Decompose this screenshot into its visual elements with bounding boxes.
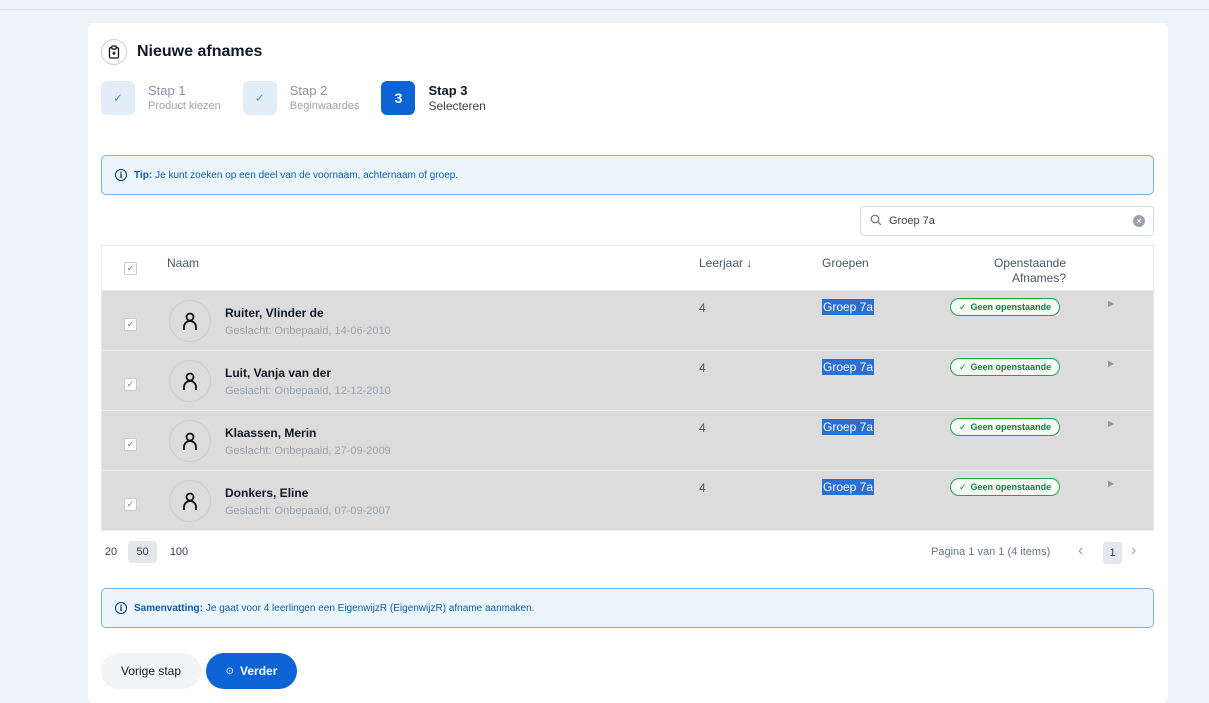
col-open-line2: Afnames? (1011, 271, 1066, 285)
student-year: 4 (699, 361, 706, 375)
student-name: Klaassen, Merin (225, 426, 317, 440)
step-subtitle: Product kiezen (148, 100, 221, 112)
avatar (169, 360, 211, 402)
summary-box: i Samenvatting: Je gaat voor 4 leerlinge… (101, 588, 1154, 628)
row-checkbox[interactable]: ✓ (124, 438, 137, 451)
status-badge: ✓ Geen openstaande (950, 358, 1061, 376)
page-size-100[interactable]: 100 (164, 541, 194, 563)
status-text: Geen openstaande (970, 362, 1052, 372)
summary-label: Samenvatting: (134, 602, 203, 614)
chevron-right-icon[interactable]: ▶ (1108, 419, 1114, 428)
step-title: Stap 1 (148, 83, 186, 98)
student-year: 4 (699, 421, 706, 435)
chevron-right-icon[interactable]: ▶ (1108, 299, 1114, 308)
step-2[interactable]: ✓ Stap 2 Beginwaardes (242, 81, 360, 115)
student-details: Geslacht: Onbepaald, 12-12-2010 (225, 385, 391, 397)
clipboard-icon (101, 39, 127, 65)
student-group: Groep 7a (822, 299, 875, 315)
stepper: ✓ Stap 1 Product kiezen ✓ Stap 2 Beginwa… (101, 81, 508, 115)
page-1-button[interactable]: 1 (1103, 542, 1122, 564)
step-3[interactable]: 3 Stap 3 Selecteren (381, 81, 486, 115)
info-icon: i (115, 602, 127, 614)
check-icon: ✓ (959, 361, 967, 372)
avatar (169, 480, 211, 522)
students-table: ✓ Naam Leerjaar ↓ Groepen Openstaande Af… (101, 245, 1154, 531)
info-icon: i (115, 169, 127, 181)
student-group: Groep 7a (822, 419, 875, 435)
avatar (169, 420, 211, 462)
table-header: ✓ Naam Leerjaar ↓ Groepen Openstaande Af… (102, 246, 1153, 291)
col-year-label: Leerjaar (699, 256, 744, 270)
student-name: Donkers, Eline (225, 486, 309, 500)
search-value: Groep 7a (889, 215, 935, 227)
summary-text: Je gaat voor 4 leerlingen een EigenwijzR… (205, 602, 535, 614)
student-year: 4 (699, 301, 706, 315)
status-badge: ✓ Geen openstaande (950, 418, 1061, 436)
row-checkbox[interactable]: ✓ (124, 498, 137, 511)
student-details: Geslacht: Onbepaald, 27-09-2009 (225, 445, 391, 457)
status-text: Geen openstaande (970, 422, 1052, 432)
step-number: 3 (381, 81, 416, 115)
chevron-right-icon[interactable]: › (1131, 542, 1136, 560)
table-row[interactable]: ✓ Klaassen, Merin Geslacht: Onbepaald, 2… (102, 411, 1153, 471)
page-title: Nieuwe afnames (137, 43, 263, 60)
check-icon: ✓ (242, 81, 277, 115)
row-checkbox[interactable]: ✓ (124, 318, 137, 331)
table-row[interactable]: ✓ Luit, Vanja van der Geslacht: Onbepaal… (102, 351, 1153, 411)
table-row[interactable]: ✓ Donkers, Eline Geslacht: Onbepaald, 07… (102, 471, 1153, 531)
tip-box: i Tip: Je kunt zoeken op een deel van de… (101, 155, 1154, 195)
sort-down-icon: ↓ (746, 256, 753, 270)
check-icon: ✓ (959, 481, 967, 492)
check-icon: ✓ (101, 81, 135, 115)
status-text: Geen openstaande (970, 482, 1052, 492)
pagination: 20 50 100 Pagina 1 van 1 (4 items) ‹ 1 › (101, 537, 1154, 565)
next-button[interactable]: ⊙ Verder (206, 653, 297, 689)
status-badge: ✓ Geen openstaande (950, 478, 1061, 496)
status-badge: ✓ Geen openstaande (950, 298, 1061, 316)
avatar (169, 300, 211, 342)
previous-step-button[interactable]: Vorige stap (101, 653, 201, 689)
check-icon: ✓ (959, 421, 967, 432)
step-title: Stap 2 (289, 83, 328, 98)
chevron-right-icon[interactable]: ▶ (1108, 359, 1114, 368)
step-title: Stap 3 (428, 83, 468, 98)
tip-label: Tip: (134, 169, 153, 181)
select-all-checkbox[interactable]: ✓ (124, 262, 137, 275)
step-subtitle: Beginwaardes (289, 100, 360, 112)
chevron-right-icon[interactable]: ▶ (1108, 479, 1114, 488)
student-name: Ruiter, Vlinder de (225, 306, 324, 320)
tip-text: Je kunt zoeken op een deel van de voorna… (155, 169, 459, 181)
wizard-card: Nieuwe afnames ✓ Stap 1 Product kiezen ✓… (88, 23, 1168, 703)
row-checkbox[interactable]: ✓ (124, 378, 137, 391)
col-open-line1: Openstaande (993, 256, 1066, 270)
page-size-50[interactable]: 50 (128, 541, 157, 563)
student-group: Groep 7a (822, 479, 875, 495)
col-groups[interactable]: Groepen (822, 256, 869, 270)
student-group: Groep 7a (822, 359, 875, 375)
arrow-circle-icon: ⊙ (225, 665, 235, 677)
step-1[interactable]: ✓ Stap 1 Product kiezen (101, 81, 221, 115)
status-text: Geen openstaande (970, 302, 1052, 312)
col-open[interactable]: Openstaande Afnames? (986, 256, 1066, 286)
col-name[interactable]: Naam (167, 256, 199, 270)
student-year: 4 (699, 481, 706, 495)
check-icon: ✓ (959, 301, 967, 312)
page-size-20[interactable]: 20 (101, 541, 121, 563)
col-year[interactable]: Leerjaar ↓ (699, 256, 752, 270)
search-icon (870, 214, 882, 229)
table-row[interactable]: ✓ Ruiter, Vlinder de Geslacht: Onbepaald… (102, 291, 1153, 351)
student-name: Luit, Vanja van der (225, 366, 332, 380)
clear-search-icon[interactable]: × (1133, 215, 1145, 227)
top-divider (0, 9, 1209, 10)
page-header: Nieuwe afnames (101, 39, 262, 65)
student-details: Geslacht: Onbepaald, 14-06-2010 (225, 325, 391, 337)
student-details: Geslacht: Onbepaald, 07-09-2007 (225, 505, 391, 517)
search-input[interactable]: Groep 7a × (860, 206, 1154, 236)
chevron-left-icon[interactable]: ‹ (1078, 542, 1083, 560)
step-subtitle: Selecteren (428, 99, 486, 113)
next-button-label: Verder (240, 664, 278, 678)
page-info: Pagina 1 van 1 (4 items) (931, 546, 1051, 558)
